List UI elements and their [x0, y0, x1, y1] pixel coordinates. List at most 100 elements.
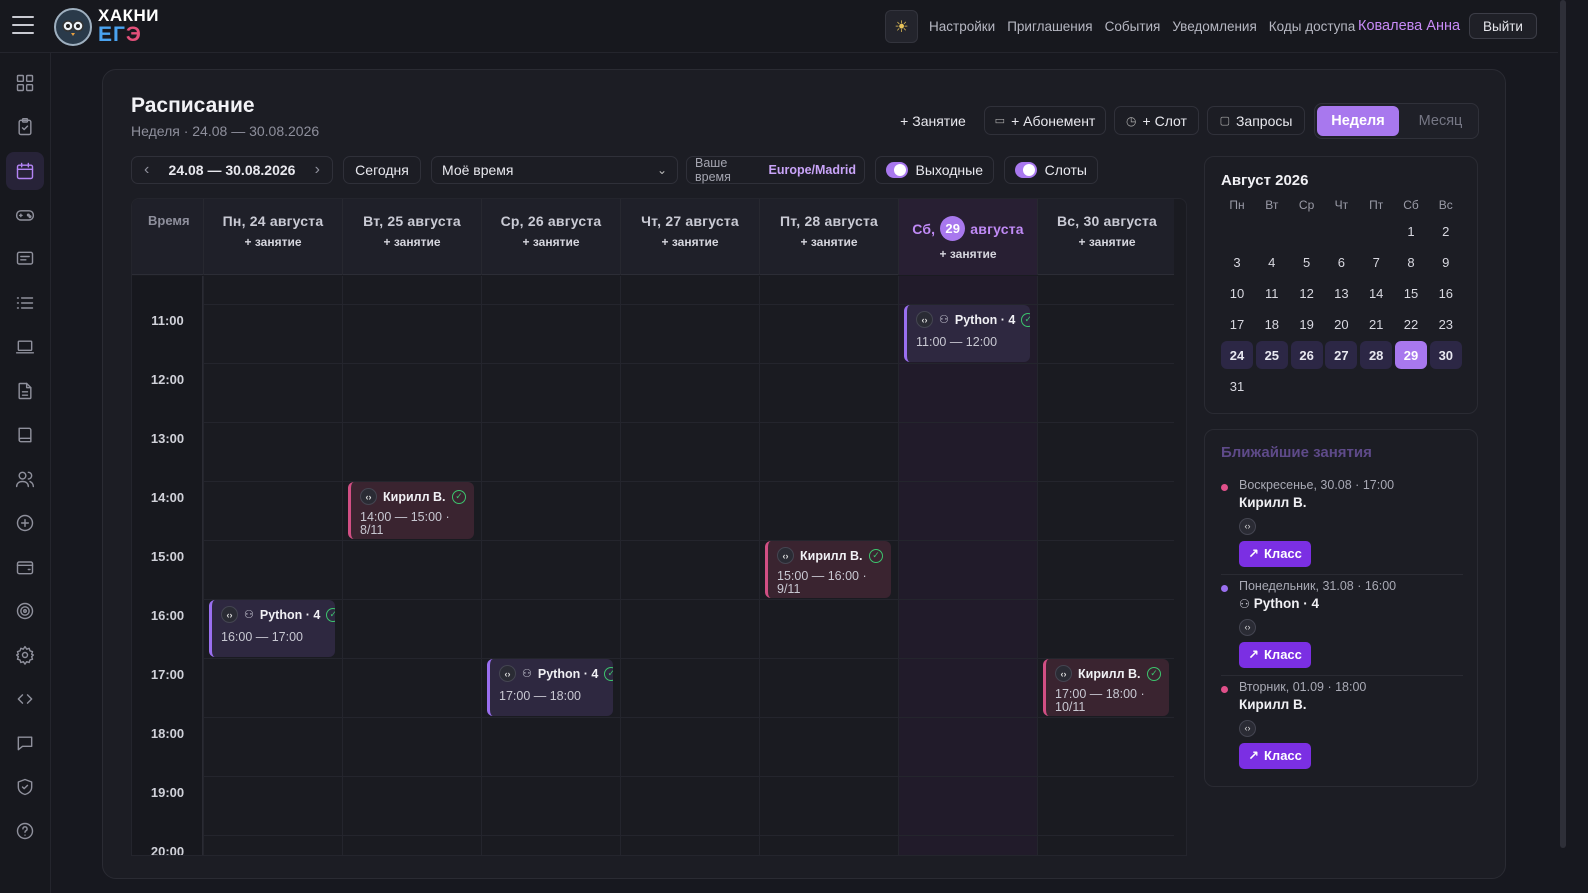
owl-logo-icon[interactable]: [54, 8, 92, 46]
class-button[interactable]: ↗ Класс: [1239, 540, 1311, 567]
hour-label: 13:00: [150, 431, 185, 446]
code-icon: ‹›: [916, 311, 933, 328]
calendar-day[interactable]: 30: [1429, 341, 1462, 369]
calendar-day[interactable]: 26: [1290, 341, 1323, 369]
target-icon[interactable]: [6, 592, 44, 630]
clipboard-check-icon[interactable]: [6, 108, 44, 146]
book-icon[interactable]: [6, 416, 44, 454]
weekends-toggle[interactable]: Выходные: [875, 156, 994, 184]
chevron-right-icon[interactable]: ›: [315, 161, 320, 179]
add-lesson-link[interactable]: + занятие: [343, 235, 481, 249]
brand[interactable]: ХАКНИ ЕГЭ: [98, 6, 159, 45]
view-month-button[interactable]: Месяц: [1403, 106, 1478, 136]
add-lesson-link[interactable]: + занятие: [482, 235, 620, 249]
lesson-event[interactable]: ‹› Кирилл В. ✓ 17:00 — 18:00 · 10/11: [1043, 659, 1169, 716]
calendar-day[interactable]: 13: [1325, 279, 1357, 307]
document-icon[interactable]: [6, 372, 44, 410]
nav-invitations[interactable]: Приглашения: [1007, 19, 1092, 34]
weekends-switch[interactable]: [886, 162, 908, 178]
calendar-icon[interactable]: [6, 152, 44, 190]
nav-notifications[interactable]: Уведомления: [1172, 19, 1256, 34]
calendar-day[interactable]: 4: [1256, 248, 1288, 276]
gamepad-icon[interactable]: [6, 196, 44, 234]
weekday-label: Вт: [1265, 198, 1279, 212]
nav-settings[interactable]: Настройки: [929, 19, 995, 34]
calendar-day[interactable]: 18: [1256, 310, 1288, 338]
calendar-day[interactable]: 9: [1430, 248, 1462, 276]
check-circle-icon: ✓: [604, 666, 613, 681]
laptop-icon[interactable]: [6, 328, 44, 366]
calendar-day[interactable]: 29: [1395, 341, 1427, 369]
calendar-day[interactable]: 27: [1325, 341, 1358, 369]
gear-icon[interactable]: [6, 636, 44, 674]
grid-header: Время Пн, 24 августа + занятие Вт, 25 авгу…: [132, 199, 1174, 275]
shield-icon[interactable]: [6, 768, 44, 806]
add-lesson-link[interactable]: + занятие: [1038, 235, 1176, 249]
add-lesson-link[interactable]: + занятие: [899, 247, 1037, 261]
code-icon[interactable]: [6, 680, 44, 718]
calendar-day[interactable]: 22: [1395, 310, 1427, 338]
calendar-day[interactable]: 19: [1291, 310, 1323, 338]
calendar-day[interactable]: 31: [1221, 372, 1253, 400]
calendar-day[interactable]: 17: [1221, 310, 1253, 338]
lesson-event[interactable]: ‹› Кирилл В. ✓ 15:00 — 16:00 · 9/11: [765, 541, 891, 598]
theme-toggle-button[interactable]: ☀: [885, 10, 918, 43]
list-icon[interactable]: [6, 284, 44, 322]
calendar-day[interactable]: 12: [1291, 279, 1323, 307]
add-lesson-link[interactable]: + занятие: [621, 235, 759, 249]
calendar-day[interactable]: 1: [1395, 217, 1427, 245]
view-week-button[interactable]: Неделя: [1317, 106, 1399, 136]
plus-circle-icon[interactable]: [6, 504, 44, 542]
calendar-day[interactable]: 15: [1395, 279, 1427, 307]
class-button[interactable]: ↗ Класс: [1239, 742, 1311, 769]
calendar-day[interactable]: 24: [1221, 341, 1253, 369]
add-lesson-link[interactable]: + занятие: [760, 235, 898, 249]
calendar-day[interactable]: 8: [1395, 248, 1427, 276]
chat-list-icon[interactable]: [6, 240, 44, 278]
event-time: 17:00 — 18:00 · 10/11: [1055, 687, 1145, 714]
message-icon[interactable]: [6, 724, 44, 762]
menu-icon[interactable]: [12, 16, 34, 34]
calendar-day[interactable]: 25: [1255, 341, 1288, 369]
calendar-day[interactable]: 21: [1360, 310, 1392, 338]
slots-toggle[interactable]: Слоты: [1004, 156, 1098, 184]
user-name[interactable]: Ковалева Анна: [1358, 18, 1460, 34]
calendar-day[interactable]: 20: [1325, 310, 1357, 338]
calendar-day[interactable]: 11: [1256, 279, 1288, 307]
add-lesson-link[interactable]: + занятие: [204, 235, 342, 249]
calendar-day[interactable]: 23: [1430, 310, 1462, 338]
calendar-day[interactable]: 28: [1360, 341, 1393, 369]
class-button[interactable]: ↗ Класс: [1239, 641, 1311, 668]
nav-access-codes[interactable]: Коды доступа: [1269, 19, 1355, 34]
calendar-day[interactable]: 14: [1360, 279, 1392, 307]
lesson-event[interactable]: ‹› Кирилл В. ✓ 14:00 — 15:00 · 8/11: [348, 482, 474, 539]
slots-switch[interactable]: [1015, 162, 1037, 178]
calendar-day[interactable]: 16: [1430, 279, 1462, 307]
lesson-event[interactable]: ‹› ⚇ Python · 4 ✓ 11:00 — 12:00: [904, 305, 1030, 362]
time-mode-select[interactable]: Моё время ⌄: [431, 156, 678, 184]
calendar-day[interactable]: 10: [1221, 279, 1253, 307]
page-scrollbar[interactable]: [1560, 0, 1566, 848]
today-button[interactable]: Сегодня: [343, 156, 421, 184]
help-icon[interactable]: [6, 812, 44, 850]
calendar-day[interactable]: 3: [1221, 248, 1253, 276]
calendar-day[interactable]: 7: [1360, 248, 1392, 276]
requests-button[interactable]: ▢ Запросы: [1207, 106, 1305, 135]
lesson-event[interactable]: ‹› ⚇ Python · 4 ✓ 17:00 — 18:00: [487, 659, 613, 716]
chevron-left-icon[interactable]: ‹: [144, 161, 149, 179]
dashboard-icon[interactable]: [6, 64, 44, 102]
calendar-day[interactable]: 2: [1430, 217, 1462, 245]
add-slot-button[interactable]: ◷ + Слот: [1114, 106, 1199, 135]
hour-line: [132, 717, 1174, 718]
code-badge: ‹›: [1239, 718, 1463, 737]
add-lesson-button[interactable]: + Занятие: [893, 106, 973, 135]
users-icon[interactable]: [6, 460, 44, 498]
nav-events[interactable]: События: [1105, 19, 1161, 34]
wallet-icon[interactable]: [6, 548, 44, 586]
calendar-day[interactable]: 5: [1291, 248, 1323, 276]
lesson-event[interactable]: ‹› ⚇ Python · 4 ✓ 16:00 — 17:00: [209, 600, 335, 657]
calendar-day[interactable]: 6: [1325, 248, 1357, 276]
logout-button[interactable]: Выйти: [1469, 13, 1537, 39]
add-subscription-button[interactable]: ▭ + Абонемент: [984, 106, 1106, 135]
day-header: Сб, 29 августа + занятие: [898, 199, 1037, 275]
